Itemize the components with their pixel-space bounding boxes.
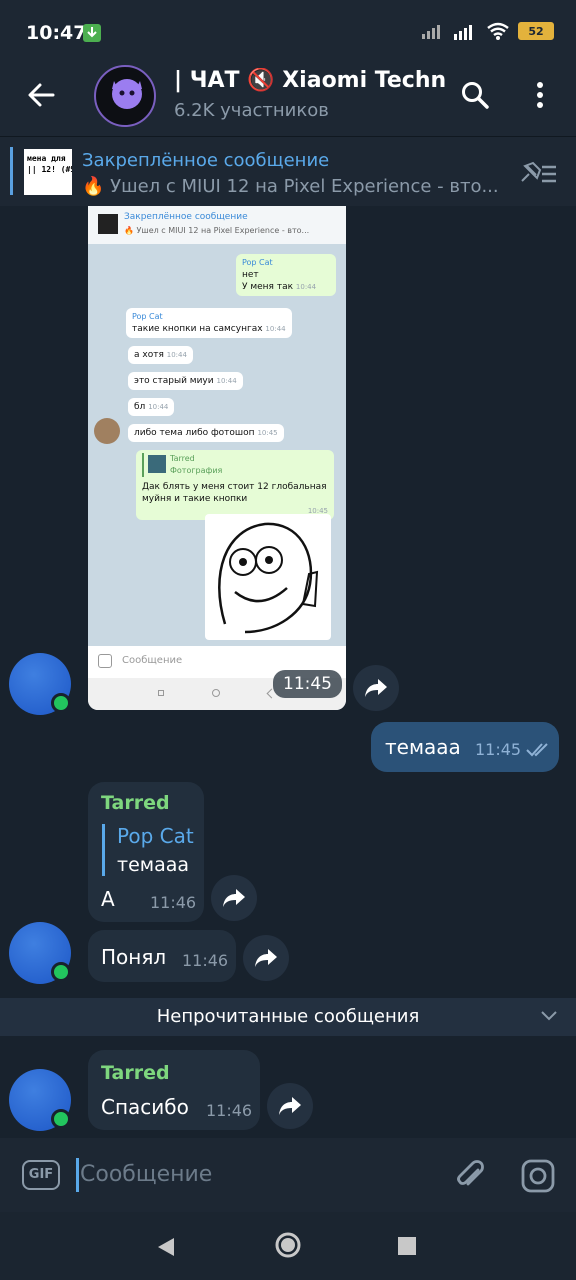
forward-button[interactable] (211, 875, 257, 921)
message-text: темааа (385, 735, 461, 759)
share-arrow-icon (223, 889, 245, 907)
reply-preview[interactable]: Pop Cat темааа (102, 824, 194, 876)
screenshot-msg-5: бл 10:44 (128, 398, 175, 416)
screenshot-msg-3: а хотя 10:44 (128, 346, 193, 364)
more-button[interactable] (530, 80, 550, 114)
forward-button[interactable] (353, 665, 399, 711)
reply-name: Pop Cat (117, 824, 194, 848)
pinned-thumbnail: мена для || 12! (#5) (24, 149, 72, 195)
status-bar: 10:47 52 (0, 0, 576, 56)
message-time: 11:45 (475, 740, 522, 759)
message-time: 11:46 (150, 893, 197, 912)
nav-back-icon[interactable] (156, 1236, 176, 1258)
screenshot-msg-6: либо тема либо фотошоп 10:45 (128, 424, 284, 442)
outgoing-message[interactable]: темааа 11:45 (371, 722, 559, 772)
screenshot-msg-2: Pop Cat такие кнопки на самсунгах 10:44 (126, 308, 292, 338)
nav-recents-icon[interactable] (398, 1237, 416, 1255)
incoming-message[interactable]: Tarred Pop Cat темааа А 11:46 (88, 782, 204, 922)
chat-title[interactable]: | ЧАТ 🔇 Xiaomi Techn (174, 68, 446, 93)
image-message[interactable]: Закреплённое сообщение 🔥 Ушел с MIUI 12 … (88, 206, 346, 710)
message-composer: GIF Сообщение (0, 1138, 576, 1212)
share-arrow-icon (255, 949, 277, 967)
screenshot-msg-7: Tarred Фотография Дак блять у меня стоит… (136, 450, 334, 520)
screenshot-msg-1: Pop Cat нет У меня так 10:44 (236, 254, 336, 296)
incoming-message[interactable]: Tarred Спасибо 11:46 (88, 1050, 260, 1130)
paperclip-icon (457, 1160, 484, 1186)
more-vertical-icon (537, 82, 543, 108)
download-notification-icon (83, 24, 101, 42)
unread-label: Непрочитанные сообщения (156, 1006, 420, 1027)
status-time: 10:47 (26, 22, 87, 44)
screenshot-pin-text: 🔥 Ушел с MIUI 12 на Pixel Experience - в… (124, 226, 310, 235)
online-indicator (51, 1109, 71, 1129)
image-time: 11:45 (273, 670, 342, 698)
attach-button[interactable] (452, 1158, 488, 1198)
signal-icon (422, 25, 440, 39)
pinned-text: 🔥 Ушел с MIUI 12 на Pixel Experience - в… (82, 176, 499, 197)
status-icons: 52 (422, 22, 554, 40)
pinned-indicator (10, 147, 13, 195)
online-indicator (51, 693, 71, 713)
message-text: Спасибо (101, 1095, 189, 1119)
sender-name[interactable]: Tarred (101, 792, 170, 814)
share-arrow-icon (279, 1097, 301, 1115)
camera-icon (521, 1159, 555, 1193)
chat-header: | ЧАТ 🔇 Xiaomi Techn 6.2K участников (0, 56, 576, 136)
camera-button[interactable] (520, 1158, 556, 1198)
arrow-back-icon (28, 83, 55, 107)
screenshot-msg-4: это старый миуи 10:44 (128, 372, 243, 390)
unread-messages-divider: Непрочитанные сообщения (0, 998, 576, 1036)
unpin-button[interactable] (516, 159, 558, 191)
reply-text: темааа (117, 854, 190, 876)
meme-image (205, 514, 331, 640)
message-text: А (101, 887, 115, 911)
screenshot-pin-title: Закреплённое сообщение (124, 212, 248, 222)
screenshot-avatar (94, 418, 120, 444)
chat-member-count: 6.2K участников (174, 100, 329, 121)
screenshot-pinned-bar: Закреплённое сообщение 🔥 Ушел с MIUI 12 … (88, 206, 346, 244)
message-input[interactable]: Сообщение (80, 1162, 212, 1187)
signal-roaming-icon (454, 25, 472, 40)
forward-button[interactable] (243, 935, 289, 981)
text-cursor (76, 1158, 79, 1192)
pinned-title: Закреплённое сообщение (82, 150, 330, 171)
back-button[interactable] (26, 80, 56, 110)
gif-button[interactable]: GIF (22, 1160, 60, 1190)
system-navigation-bar (0, 1212, 576, 1280)
search-button[interactable] (460, 80, 490, 114)
incoming-message[interactable]: Понял 11:46 (88, 930, 236, 982)
message-text: Понял (101, 945, 167, 969)
forward-button[interactable] (267, 1083, 313, 1129)
nav-home-icon[interactable] (274, 1231, 302, 1259)
online-indicator (51, 962, 71, 982)
wifi-icon (487, 22, 509, 40)
search-icon (462, 82, 489, 109)
message-time: 11:46 (182, 951, 229, 970)
message-list[interactable]: Закреплённое сообщение 🔥 Ушел с MIUI 12 … (0, 206, 576, 1138)
pin-list-icon (521, 161, 556, 183)
message-time: 11:46 (206, 1101, 253, 1120)
battery-icon: 52 (518, 22, 554, 40)
chat-avatar[interactable] (94, 65, 156, 127)
pinned-message-bar[interactable]: мена для || 12! (#5) Закреплённое сообще… (0, 136, 576, 206)
sender-name[interactable]: Tarred (101, 1062, 170, 1084)
chevron-down-icon[interactable] (540, 1010, 558, 1022)
read-checkmarks-icon (526, 743, 548, 757)
share-arrow-icon (365, 679, 387, 697)
